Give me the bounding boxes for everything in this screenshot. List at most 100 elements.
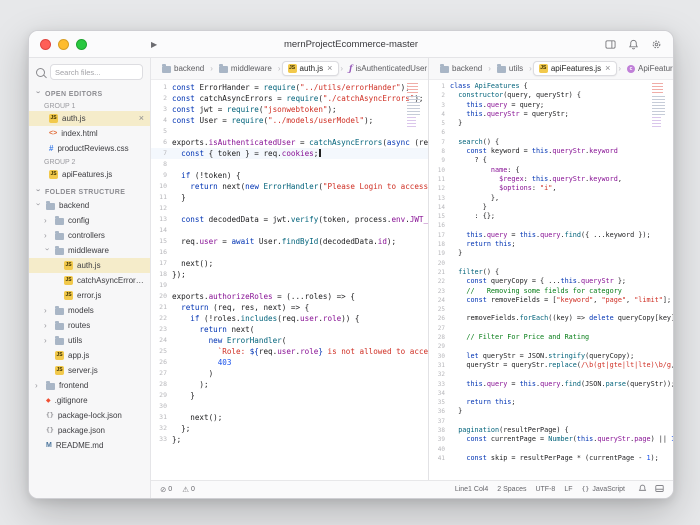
breadcrumb-isAuthenticatedUser[interactable]: ƒisAuthenticatedUser bbox=[344, 62, 428, 75]
breadcrumb-utils[interactable]: utils bbox=[492, 62, 528, 75]
tree-item-frontend[interactable]: ›frontend bbox=[29, 378, 150, 393]
code-line[interactable]: 34 bbox=[429, 389, 673, 398]
open-editors-header[interactable]: › OPEN EDITORS bbox=[29, 84, 150, 100]
code-line[interactable]: 10 return next(new ErrorHandler("Please … bbox=[151, 181, 428, 192]
code-line[interactable]: 33}; bbox=[151, 434, 428, 445]
code-editor-auth-js[interactable]: 1const ErrorHander = require("../utils/e… bbox=[151, 80, 428, 480]
code-line[interactable]: 1const ErrorHander = require("../utils/e… bbox=[151, 82, 428, 93]
code-line[interactable]: 8 const keyword = this.queryStr.keyword bbox=[429, 147, 673, 156]
bell-icon[interactable] bbox=[628, 39, 639, 50]
code-line[interactable]: 35 return this; bbox=[429, 398, 673, 407]
code-line[interactable]: 18}); bbox=[151, 269, 428, 280]
code-line[interactable]: 30 bbox=[151, 401, 428, 412]
tree-item-package-lock.json[interactable]: {}package-lock.json bbox=[29, 408, 150, 423]
code-line[interactable]: 12 $options: "i", bbox=[429, 184, 673, 193]
warnings-indicator[interactable]: ⚠0 bbox=[182, 485, 195, 494]
code-line[interactable]: 3 this.query = query; bbox=[429, 101, 673, 110]
code-line[interactable]: 28 // Filter For Price and Rating bbox=[429, 333, 673, 342]
code-editor-apifeatures-js[interactable]: 1class ApiFeatures {2 constructor(query,… bbox=[429, 80, 673, 480]
code-line[interactable]: 2const catchAsyncErrors = require("./cat… bbox=[151, 93, 428, 104]
tree-item-config[interactable]: ›config bbox=[29, 213, 150, 228]
code-line[interactable]: 13 const decodedData = jwt.verify(token,… bbox=[151, 214, 428, 225]
zoom-window-button[interactable] bbox=[76, 39, 87, 50]
settings-gear-icon[interactable] bbox=[651, 39, 662, 50]
panels-icon[interactable] bbox=[605, 39, 616, 50]
code-line[interactable]: 5 bbox=[151, 126, 428, 137]
breadcrumb-ApiFeatures[interactable]: cApiFeatures bbox=[622, 62, 673, 75]
code-line[interactable]: 25 bbox=[429, 305, 673, 314]
tree-item-backend[interactable]: ›backend bbox=[29, 198, 150, 213]
tree-item-models[interactable]: ›models bbox=[29, 303, 150, 318]
cursor-position[interactable]: Line1 Col4 bbox=[455, 486, 488, 493]
folder-structure-header[interactable]: › FOLDER STRUCTURE bbox=[29, 182, 150, 198]
code-line[interactable]: 11 $regex: this.queryStr.keyword, bbox=[429, 175, 673, 184]
errors-indicator[interactable]: ⊘0 bbox=[160, 485, 172, 494]
code-line[interactable]: 32 }; bbox=[151, 423, 428, 434]
code-line[interactable]: 5 } bbox=[429, 119, 673, 128]
close-window-button[interactable] bbox=[40, 39, 51, 50]
code-line[interactable]: 20 bbox=[429, 259, 673, 268]
close-icon[interactable]: × bbox=[326, 64, 333, 73]
tree-item-.gitignore[interactable]: ◆.gitignore bbox=[29, 393, 150, 408]
open-editor-auth.js[interactable]: JSauth.js× bbox=[29, 111, 150, 126]
encoding[interactable]: UTF-8 bbox=[535, 486, 555, 493]
code-line[interactable]: 25 `Role: ${req.user.role} is not allowe… bbox=[151, 346, 428, 357]
code-line[interactable]: 31 next(); bbox=[151, 412, 428, 423]
tree-item-auth.js[interactable]: JSauth.js bbox=[29, 258, 150, 273]
minimize-window-button[interactable] bbox=[58, 39, 69, 50]
code-line[interactable]: 15 req.user = await User.findById(decode… bbox=[151, 236, 428, 247]
code-line[interactable]: 21 return (req, res, next) => { bbox=[151, 302, 428, 313]
code-line[interactable]: 37 bbox=[429, 417, 673, 426]
code-line[interactable]: 20exports.authorizeRoles = (...roles) =>… bbox=[151, 291, 428, 302]
breadcrumb-apiFeatures.js[interactable]: JSapiFeatures.js× bbox=[533, 61, 618, 76]
run-icon[interactable]: ▶ bbox=[151, 40, 157, 49]
breadcrumb-middleware[interactable]: middleware bbox=[214, 62, 277, 75]
code-line[interactable]: 27 bbox=[429, 324, 673, 333]
code-line[interactable]: 7 const { token } = req.cookies; bbox=[151, 148, 428, 159]
code-line[interactable]: 8 bbox=[151, 159, 428, 170]
code-line[interactable]: 38 pagination(resultPerPage) { bbox=[429, 426, 673, 435]
code-line[interactable]: 17 this.query = this.query.find({ ...key… bbox=[429, 231, 673, 240]
line-ending[interactable]: LF bbox=[564, 486, 572, 493]
code-line[interactable]: 29 bbox=[429, 342, 673, 351]
code-line[interactable]: 12 bbox=[151, 203, 428, 214]
code-line[interactable]: 33 this.query = this.query.find(JSON.par… bbox=[429, 380, 673, 389]
notifications-bell-icon[interactable] bbox=[638, 484, 647, 495]
code-line[interactable]: 7 search() { bbox=[429, 138, 673, 147]
code-line[interactable]: 18 return this; bbox=[429, 240, 673, 249]
code-line[interactable]: 11 } bbox=[151, 192, 428, 203]
search-icon[interactable] bbox=[36, 68, 45, 77]
code-line[interactable]: 10 name: { bbox=[429, 166, 673, 175]
tree-item-README.md[interactable]: MREADME.md bbox=[29, 438, 150, 453]
code-line[interactable]: 19 bbox=[151, 280, 428, 291]
close-icon[interactable]: × bbox=[604, 64, 611, 73]
code-line[interactable]: 39 const currentPage = Number(this.query… bbox=[429, 435, 673, 444]
breadcrumb-backend[interactable]: backend bbox=[157, 62, 209, 75]
code-line[interactable]: 15 : {}; bbox=[429, 212, 673, 221]
code-line[interactable]: 17 next(); bbox=[151, 258, 428, 269]
code-line[interactable]: 19 } bbox=[429, 249, 673, 258]
code-line[interactable]: 26 403 bbox=[151, 357, 428, 368]
code-line[interactable]: 23 return next( bbox=[151, 324, 428, 335]
code-line[interactable]: 13 }, bbox=[429, 194, 673, 203]
tree-item-server.js[interactable]: JSserver.js bbox=[29, 363, 150, 378]
code-line[interactable]: 14 bbox=[151, 225, 428, 236]
close-icon[interactable]: × bbox=[138, 114, 145, 123]
open-editor-apiFeatures.js[interactable]: JSapiFeatures.js bbox=[29, 167, 150, 182]
code-line[interactable]: 24 new ErrorHandler( bbox=[151, 335, 428, 346]
code-line[interactable]: 2 constructor(query, queryStr) { bbox=[429, 91, 673, 100]
code-line[interactable]: 1class ApiFeatures { bbox=[429, 82, 673, 91]
indent-setting[interactable]: 2 Spaces bbox=[497, 486, 526, 493]
code-line[interactable]: 9 ? { bbox=[429, 156, 673, 165]
code-line[interactable]: 28 ); bbox=[151, 379, 428, 390]
code-line[interactable]: 22 if (!roles.includes(req.user.role)) { bbox=[151, 313, 428, 324]
code-line[interactable]: 6 bbox=[429, 128, 673, 137]
code-line[interactable]: 21 filter() { bbox=[429, 268, 673, 277]
tree-item-controllers[interactable]: ›controllers bbox=[29, 228, 150, 243]
code-line[interactable]: 30 let queryStr = JSON.stringify(queryCo… bbox=[429, 352, 673, 361]
code-line[interactable]: 36 } bbox=[429, 407, 673, 416]
code-line[interactable]: 16 bbox=[429, 221, 673, 230]
code-line[interactable]: 26 removeFields.forEach((key) => delete … bbox=[429, 314, 673, 323]
tree-item-middleware[interactable]: ›middleware bbox=[29, 243, 150, 258]
code-line[interactable]: 16 bbox=[151, 247, 428, 258]
